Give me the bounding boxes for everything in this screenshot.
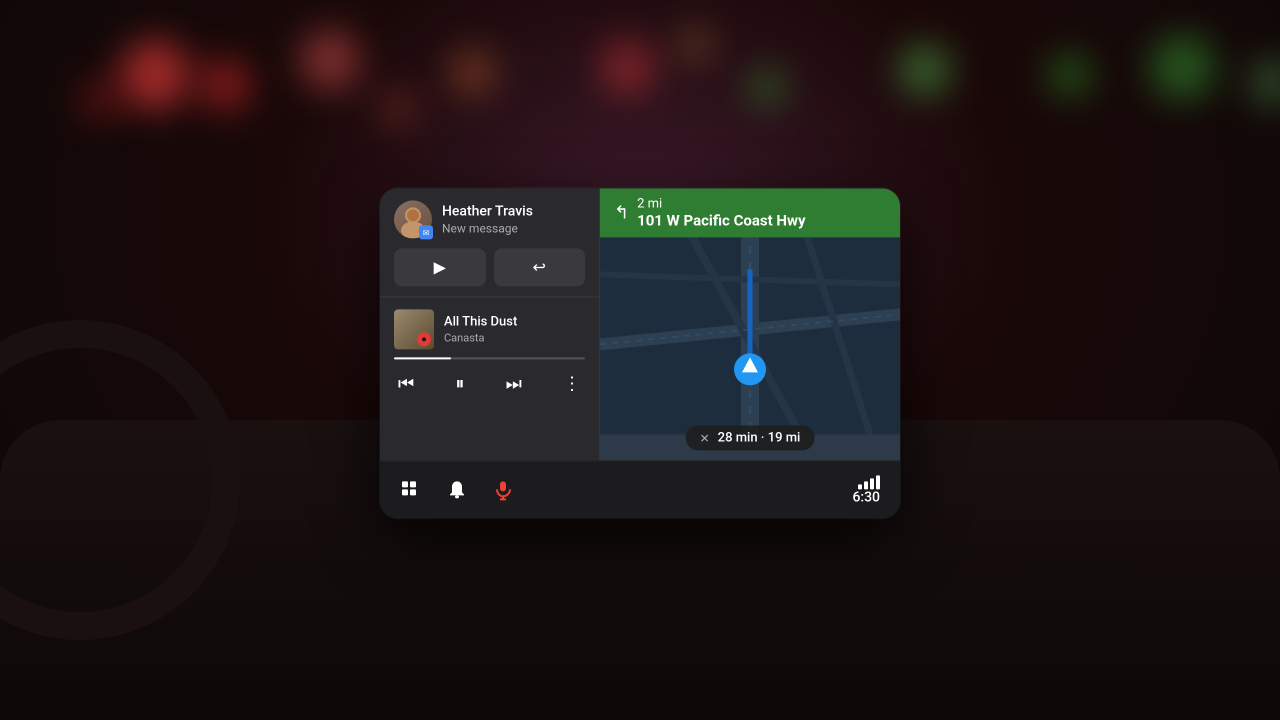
bokeh-light: [1050, 55, 1090, 95]
nav-info: 2 mi 101 W Pacific Coast Hwy: [637, 196, 805, 229]
message-badge: ✉: [419, 225, 433, 239]
bokeh-light: [200, 60, 250, 110]
voice-button[interactable]: [492, 479, 514, 501]
eta-time: 28 min · 19 mi: [718, 430, 801, 445]
message-card: ✉ Heather Travis New message ▶ ↩: [380, 188, 599, 297]
music-controls: ⏮ ⏸ ⏭ ⋮: [394, 369, 585, 398]
bottom-left-icons: [400, 479, 514, 501]
bokeh-light: [450, 50, 495, 95]
message-label: New message: [442, 221, 585, 235]
bokeh-light: [380, 90, 415, 125]
message-info: Heather Travis New message: [442, 203, 585, 235]
bokeh-light: [300, 30, 360, 90]
bokeh-light: [80, 80, 120, 120]
play-message-button[interactable]: ▶: [394, 248, 486, 286]
pause-button[interactable]: ⏸: [451, 369, 468, 398]
bottom-bar: 6:30: [380, 460, 900, 518]
artist-name: Canasta: [444, 331, 585, 344]
bokeh-light: [750, 70, 785, 105]
bokeh-light: [120, 40, 190, 110]
status-area: 6:30: [852, 475, 880, 505]
next-track-button[interactable]: ⏭: [502, 369, 526, 398]
time-display: 6:30: [852, 489, 880, 505]
turn-direction-icon: ↰: [614, 202, 629, 223]
message-header: ✉ Heather Travis New message: [394, 200, 585, 238]
eta-distance-value: 19 mi: [768, 430, 801, 445]
music-info: All This Dust Canasta: [444, 315, 585, 345]
album-art: [394, 309, 434, 349]
play-icon: ▶: [434, 257, 446, 277]
bokeh-light: [1150, 35, 1215, 100]
music-progress-fill: [394, 357, 451, 359]
music-progress-bar: [394, 357, 585, 359]
eta-close-button[interactable]: ✕: [700, 431, 710, 445]
left-panel: ✉ Heather Travis New message ▶ ↩: [380, 188, 600, 460]
signal-bar-3: [870, 478, 874, 489]
music-header: All This Dust Canasta: [394, 309, 585, 349]
bokeh-light: [1250, 60, 1280, 105]
display-content: ✉ Heather Travis New message ▶ ↩: [380, 188, 900, 460]
reply-button[interactable]: ↩: [494, 248, 586, 286]
signal-row: [858, 475, 880, 489]
eta-time-value: 28 min: [718, 430, 758, 445]
prev-track-button[interactable]: ⏮: [394, 369, 418, 398]
avatar-wrapper: ✉: [394, 200, 432, 238]
message-actions: ▶ ↩: [394, 248, 585, 286]
eta-bar: ✕ 28 min · 19 mi: [686, 425, 815, 450]
music-card: All This Dust Canasta ⏮ ⏸ ⏭ ⋮: [380, 297, 599, 460]
microphone-icon: [492, 479, 514, 501]
nav-distance: 2 mi: [637, 196, 805, 211]
record-badge: [417, 332, 431, 346]
message-type-icon: ✉: [423, 228, 430, 237]
apps-grid-icon: [400, 479, 422, 501]
signal-bar-4: [876, 475, 880, 489]
bokeh-light: [600, 40, 655, 95]
apps-button[interactable]: [400, 479, 422, 501]
notifications-button[interactable]: [446, 479, 468, 501]
signal-bars: [858, 475, 880, 489]
nav-bar: ↰ 2 mi 101 W Pacific Coast Hwy: [600, 188, 900, 237]
bokeh-light: [900, 45, 950, 95]
sender-name: Heather Travis: [442, 203, 585, 220]
more-options-button[interactable]: ⋮: [559, 369, 585, 398]
bokeh-light: [680, 30, 710, 60]
signal-bar-2: [864, 481, 868, 489]
nav-street: 101 W Pacific Coast Hwy: [637, 211, 805, 229]
map-panel: ↰ 2 mi 101 W Pacific Coast Hwy ✕ 28 min …: [600, 188, 900, 460]
bell-icon: [446, 479, 468, 501]
track-name: All This Dust: [444, 315, 585, 331]
reply-icon: ↩: [533, 257, 546, 277]
android-auto-display: ✉ Heather Travis New message ▶ ↩: [380, 188, 900, 518]
